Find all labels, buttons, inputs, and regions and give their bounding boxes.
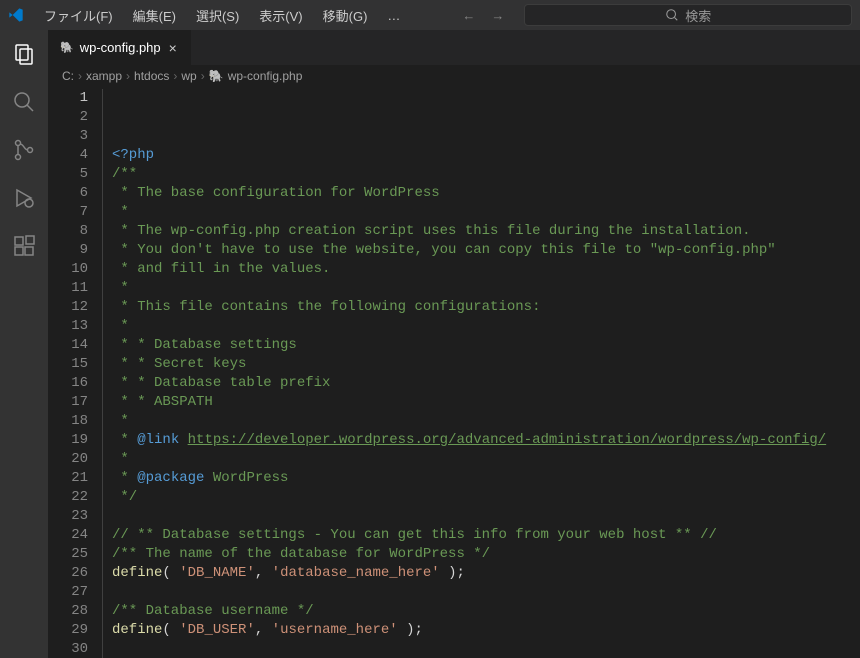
line-number: 8 [48,222,88,241]
chevron-right-icon: › [126,69,130,83]
code-line[interactable]: define( 'DB_NAME', 'database_name_here' … [112,564,860,583]
menu-view[interactable]: 表示(V) [251,2,310,29]
nav-forward-icon[interactable]: → [485,4,510,27]
source-control-icon[interactable] [12,138,36,162]
editor-tabs: 🐘 wp-config.php × [48,30,860,65]
title-bar: ファイル(F) 編集(E) 選択(S) 表示(V) 移動(G) … ← → 検索 [0,0,860,30]
line-number: 22 [48,488,88,507]
line-number: 30 [48,640,88,658]
code-line[interactable]: * and fill in the values. [112,260,860,279]
chevron-right-icon: › [173,69,177,83]
editor-area: 🐘 wp-config.php × C: › xampp › htdocs › … [48,30,860,658]
code-line[interactable]: * [112,279,860,298]
php-file-icon: 🐘 [209,69,224,83]
run-debug-icon[interactable] [12,186,36,210]
line-number: 26 [48,564,88,583]
code-line[interactable]: * * Secret keys [112,355,860,374]
breadcrumb-segment[interactable]: C: [62,69,74,83]
code-line[interactable] [112,583,860,602]
activity-bar [0,30,48,658]
line-number-gutter: 1234567891011121314151617181920212223242… [48,87,102,658]
code-line[interactable]: * The wp-config.php creation script uses… [112,222,860,241]
line-number: 11 [48,279,88,298]
line-number: 29 [48,621,88,640]
line-number: 27 [48,583,88,602]
breadcrumb-segment[interactable]: wp [181,69,196,83]
php-file-icon: 🐘 [60,41,74,54]
tab-wp-config[interactable]: 🐘 wp-config.php × [48,30,192,65]
code-line[interactable]: /** [112,165,860,184]
menu-more[interactable]: … [379,4,408,27]
code-line[interactable]: /** Database username */ [112,602,860,621]
breadcrumb-segment[interactable]: wp-config.php [228,69,303,83]
search-activity-icon[interactable] [12,90,36,114]
search-placeholder: 検索 [685,6,711,25]
code-line[interactable]: * This file contains the following confi… [112,298,860,317]
search-icon [665,8,679,22]
line-number: 1 [48,89,88,108]
code-line[interactable]: // ** Database settings - You can get th… [112,526,860,545]
line-number: 2 [48,108,88,127]
line-number: 25 [48,545,88,564]
line-number: 17 [48,393,88,412]
line-number: 16 [48,374,88,393]
code-line[interactable]: * The base configuration for WordPress [112,184,860,203]
breadcrumb[interactable]: C: › xampp › htdocs › wp › 🐘 wp-config.p… [48,65,860,87]
code-line[interactable]: * [112,450,860,469]
explorer-icon[interactable] [12,42,36,66]
line-number: 21 [48,469,88,488]
code-line[interactable]: * * ABSPATH [112,393,860,412]
code-line[interactable]: * [112,412,860,431]
tab-label: wp-config.php [80,40,161,55]
line-number: 14 [48,336,88,355]
line-number: 19 [48,431,88,450]
vscode-logo-icon [8,7,24,23]
code-line[interactable]: * @package WordPress [112,469,860,488]
breadcrumb-segment[interactable]: xampp [86,69,122,83]
code-line[interactable]: * * Database settings [112,336,860,355]
close-icon[interactable]: × [167,40,179,56]
line-number: 23 [48,507,88,526]
line-number: 9 [48,241,88,260]
line-number: 18 [48,412,88,431]
breadcrumb-segment[interactable]: htdocs [134,69,169,83]
line-number: 13 [48,317,88,336]
line-number: 15 [48,355,88,374]
line-number: 12 [48,298,88,317]
code-line[interactable] [112,640,860,658]
line-number: 4 [48,146,88,165]
indent-guide [102,89,103,658]
menu-edit[interactable]: 編集(E) [125,2,184,29]
nav-back-icon[interactable]: ← [456,4,481,27]
chevron-right-icon: › [201,69,205,83]
code-line[interactable]: * * Database table prefix [112,374,860,393]
line-number: 5 [48,165,88,184]
line-number: 28 [48,602,88,621]
code-line[interactable]: * @link https://developer.wordpress.org/… [112,431,860,450]
code-line[interactable]: */ [112,488,860,507]
code-line[interactable]: * [112,203,860,222]
code-line[interactable]: define( 'DB_USER', 'username_here' ); [112,621,860,640]
line-number: 6 [48,184,88,203]
code-line[interactable]: * You don't have to use the website, you… [112,241,860,260]
menu-file[interactable]: ファイル(F) [36,2,121,29]
line-number: 7 [48,203,88,222]
code-content[interactable]: <?php/** * The base configuration for Wo… [102,87,860,658]
chevron-right-icon: › [78,69,82,83]
code-line[interactable]: * [112,317,860,336]
menu-go[interactable]: 移動(G) [315,2,376,29]
code-line[interactable]: /** The name of the database for WordPre… [112,545,860,564]
line-number: 3 [48,127,88,146]
code-line[interactable] [112,507,860,526]
line-number: 10 [48,260,88,279]
code-editor[interactable]: 1234567891011121314151617181920212223242… [48,87,860,658]
command-center-search[interactable]: 検索 [524,4,852,26]
line-number: 24 [48,526,88,545]
code-line[interactable]: <?php [112,146,860,165]
menu-select[interactable]: 選択(S) [188,2,247,29]
line-number: 20 [48,450,88,469]
extensions-icon[interactable] [12,234,36,258]
